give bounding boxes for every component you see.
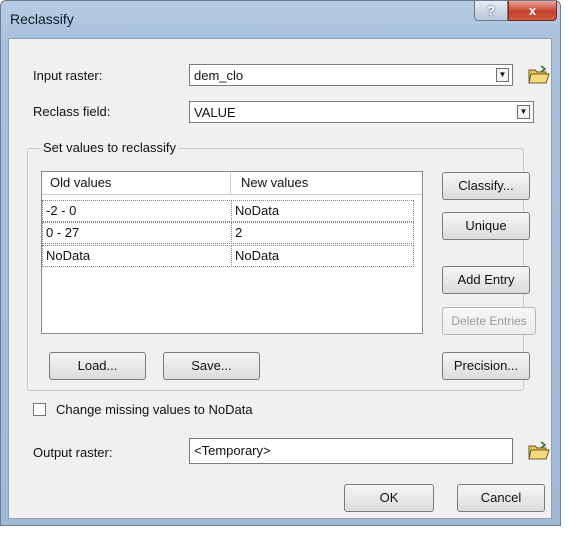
open-folder-icon[interactable] bbox=[527, 64, 551, 86]
title-bar[interactable]: Reclassify ? x bbox=[1, 1, 560, 39]
new-value-cell[interactable]: NoData bbox=[231, 245, 414, 267]
input-raster-combo[interactable]: dem_clo ▼ bbox=[189, 64, 513, 86]
chevron-down-icon[interactable]: ▼ bbox=[517, 105, 530, 119]
new-value-cell[interactable]: NoData bbox=[231, 200, 414, 222]
table-header: Old values New values bbox=[42, 172, 422, 195]
old-value-cell[interactable]: -2 - 0 bbox=[42, 200, 232, 222]
close-button[interactable]: x bbox=[508, 1, 557, 21]
table-row[interactable]: -2 - 0 NoData bbox=[42, 200, 422, 222]
classify-button[interactable]: Classify... bbox=[442, 172, 530, 200]
table-row[interactable]: 0 - 27 2 bbox=[42, 222, 422, 244]
output-raster-field[interactable]: <Temporary> bbox=[189, 438, 513, 464]
missing-nodata-label: Change missing values to NoData bbox=[56, 402, 253, 417]
chevron-down-icon[interactable]: ▼ bbox=[496, 68, 509, 82]
add-entry-button[interactable]: Add Entry bbox=[442, 266, 530, 294]
reclass-table[interactable]: Old values New values -2 - 0 NoData 0 - … bbox=[41, 171, 423, 334]
old-value-cell[interactable]: NoData bbox=[42, 245, 232, 267]
reclass-field-value: VALUE bbox=[194, 105, 236, 120]
input-raster-label: Input raster: bbox=[33, 68, 103, 83]
cancel-button[interactable]: Cancel bbox=[457, 484, 545, 512]
new-value-cell[interactable]: 2 bbox=[231, 222, 414, 244]
ok-button[interactable]: OK bbox=[344, 484, 434, 512]
window-title: Reclassify bbox=[10, 11, 74, 27]
output-raster-label: Output raster: bbox=[33, 445, 113, 460]
load-button[interactable]: Load... bbox=[49, 352, 146, 380]
output-raster-value: <Temporary> bbox=[194, 443, 271, 458]
column-header-old-values[interactable]: Old values bbox=[42, 172, 231, 194]
groupbox-label: Set values to reclassify bbox=[40, 140, 179, 155]
table-row[interactable]: NoData NoData bbox=[42, 245, 422, 267]
precision-button[interactable]: Precision... bbox=[442, 352, 530, 380]
old-value-cell[interactable]: 0 - 27 bbox=[42, 222, 232, 244]
reclass-field-combo[interactable]: VALUE ▼ bbox=[189, 101, 534, 123]
column-header-new-values[interactable]: New values bbox=[231, 172, 422, 194]
open-folder-icon[interactable] bbox=[527, 440, 551, 462]
save-button[interactable]: Save... bbox=[163, 352, 260, 380]
delete-entries-button[interactable]: Delete Entries bbox=[442, 307, 536, 335]
reclass-field-label: Reclass field: bbox=[33, 104, 111, 119]
unique-button[interactable]: Unique bbox=[442, 212, 530, 240]
input-raster-value: dem_clo bbox=[194, 68, 244, 83]
help-button[interactable]: ? bbox=[474, 1, 508, 21]
missing-nodata-checkbox[interactable] bbox=[33, 403, 46, 416]
